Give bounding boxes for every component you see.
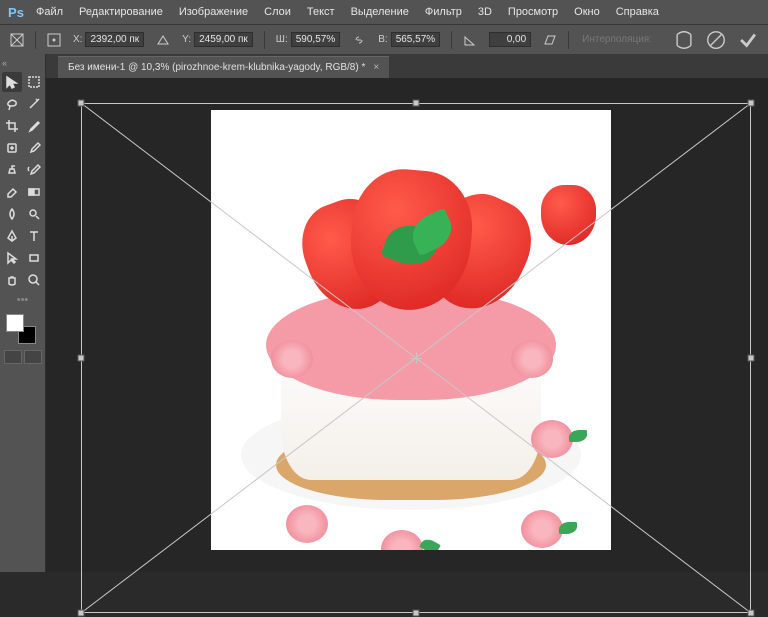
menu-layers[interactable]: Слои: [256, 0, 299, 24]
eyedropper-tool[interactable]: [24, 116, 44, 136]
x-label: X:: [73, 34, 82, 45]
separator: [35, 31, 36, 49]
transform-handle-tl[interactable]: [78, 100, 85, 107]
menu-file[interactable]: Файл: [28, 0, 71, 24]
screen-mode-mask[interactable]: [24, 350, 42, 364]
document-tab[interactable]: Без имени-1 @ 10,3% (pirozhnoe-krem-klub…: [58, 56, 389, 78]
pen-tool[interactable]: [2, 226, 22, 246]
menu-3d[interactable]: 3D: [470, 0, 500, 24]
close-tab-icon[interactable]: ×: [373, 62, 379, 73]
edit-toolbar[interactable]: •••: [2, 294, 43, 306]
y-position[interactable]: Y: 2459,00 пк: [178, 32, 257, 47]
options-bar: X: 2392,00 пк Y: 2459,00 пк Ш: 590,57% В…: [0, 24, 768, 54]
transform-handle-tr[interactable]: [748, 100, 755, 107]
clone-stamp-tool[interactable]: [2, 160, 22, 180]
transform-handle-br[interactable]: [748, 610, 755, 617]
angle-value[interactable]: 0,00: [489, 32, 531, 47]
y-value[interactable]: 2459,00 пк: [194, 32, 253, 47]
eraser-tool[interactable]: [2, 182, 22, 202]
rectangle-tool[interactable]: [24, 248, 44, 268]
transform-handle-ml[interactable]: [78, 355, 85, 362]
artboard[interactable]: [211, 110, 611, 550]
app-logo: Ps: [4, 0, 28, 24]
hand-tool[interactable]: [2, 270, 22, 290]
gradient-tool[interactable]: [24, 182, 44, 202]
collapse-panel-icon[interactable]: «: [2, 58, 10, 68]
link-icon[interactable]: [348, 29, 370, 51]
w-value[interactable]: 590,57%: [291, 32, 340, 47]
transform-handle-mr[interactable]: [748, 355, 755, 362]
separator: [451, 31, 452, 49]
lasso-tool[interactable]: [2, 94, 22, 114]
menu-image[interactable]: Изображение: [171, 0, 256, 24]
menu-text[interactable]: Текст: [299, 0, 343, 24]
y-label: Y:: [182, 34, 191, 45]
separator: [264, 31, 265, 49]
interpolation-label: Интерполяция:: [576, 34, 658, 45]
history-brush-tool[interactable]: [24, 160, 44, 180]
angle-icon: [459, 29, 481, 51]
type-tool[interactable]: [24, 226, 44, 246]
move-tool[interactable]: [2, 72, 22, 92]
cancel-transform-icon[interactable]: [705, 29, 727, 51]
foreground-color[interactable]: [6, 314, 24, 332]
transform-handle-bc[interactable]: [413, 610, 420, 617]
menu-view[interactable]: Просмотр: [500, 0, 566, 24]
document-tab-bar: Без имени-1 @ 10,3% (pirozhnoe-krem-klub…: [0, 54, 768, 78]
menu-window[interactable]: Окно: [566, 0, 608, 24]
separator: [568, 31, 569, 49]
canvas-area[interactable]: [46, 78, 768, 572]
tools-panel: « •••: [0, 54, 46, 572]
menu-bar: Ps Файл Редактирование Изображение Слои …: [0, 0, 768, 24]
path-select-tool[interactable]: [2, 248, 22, 268]
transform-tool-icon[interactable]: [6, 29, 28, 51]
w-label: Ш:: [276, 34, 288, 45]
angle-field[interactable]: 0,00: [485, 32, 535, 47]
document-tab-title: Без имени-1 @ 10,3% (pirozhnoe-krem-klub…: [68, 62, 365, 73]
transform-handle-bl[interactable]: [78, 610, 85, 617]
menu-filter[interactable]: Фильтр: [417, 0, 470, 24]
x-position[interactable]: X: 2392,00 пк: [69, 32, 148, 47]
color-swatches[interactable]: [6, 314, 36, 344]
menu-edit[interactable]: Редактирование: [71, 0, 171, 24]
brush-tool[interactable]: [24, 138, 44, 158]
transform-handle-tc[interactable]: [413, 100, 420, 107]
dodge-tool[interactable]: [24, 204, 44, 224]
crop-tool[interactable]: [2, 116, 22, 136]
h-label: В:: [378, 34, 387, 45]
healing-tool[interactable]: [2, 138, 22, 158]
marquee-tool[interactable]: [24, 72, 44, 92]
zoom-tool[interactable]: [24, 270, 44, 290]
commit-transform-icon[interactable]: [737, 29, 759, 51]
triangle-icon[interactable]: [152, 29, 174, 51]
skew-h-icon[interactable]: [539, 29, 561, 51]
width-scale[interactable]: Ш: 590,57%: [272, 32, 344, 47]
warp-mode-icon[interactable]: [673, 29, 695, 51]
screen-mode-standard[interactable]: [4, 350, 22, 364]
menu-help[interactable]: Справка: [608, 0, 667, 24]
h-value[interactable]: 565,57%: [391, 32, 440, 47]
x-value[interactable]: 2392,00 пк: [85, 32, 144, 47]
magic-wand-tool[interactable]: [24, 94, 44, 114]
height-scale[interactable]: В: 565,57%: [374, 32, 444, 47]
reference-point-icon[interactable]: [43, 29, 65, 51]
menu-select[interactable]: Выделение: [343, 0, 417, 24]
blur-tool[interactable]: [2, 204, 22, 224]
